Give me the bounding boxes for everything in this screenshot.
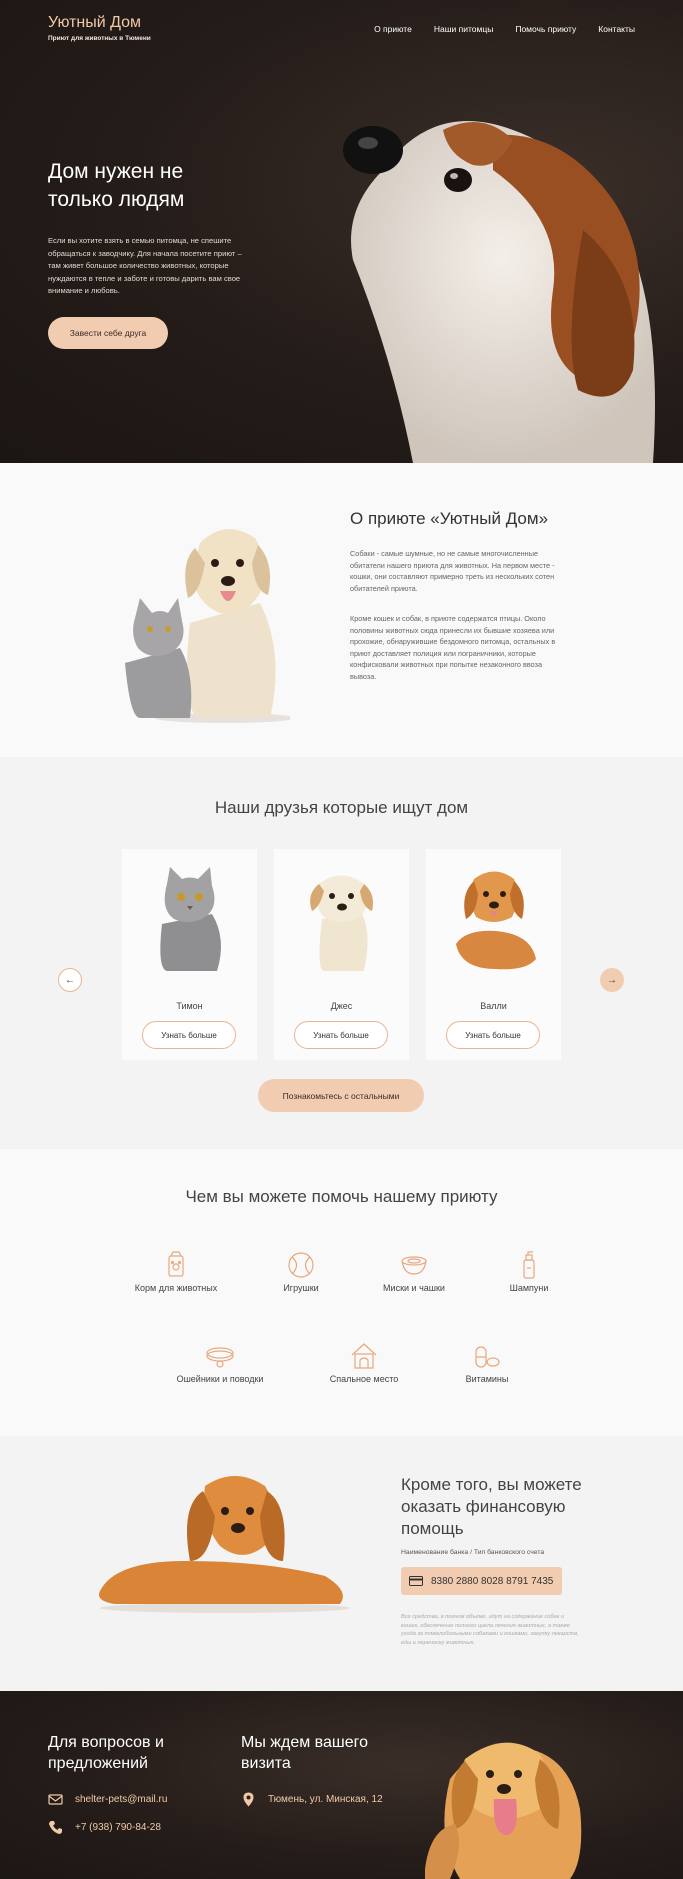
cat-image bbox=[160, 867, 221, 971]
meet-others-button[interactable]: Познакомьтесь с остальными bbox=[258, 1079, 424, 1112]
email-contact[interactable]: shelter-pets@mail.ru bbox=[48, 1792, 167, 1807]
hero-section: Уютный Дом Приют для животных в Тюмени О… bbox=[0, 0, 683, 463]
shampoo-icon bbox=[523, 1251, 535, 1279]
help-item-food: Корм для животных bbox=[116, 1250, 236, 1293]
finance-title: Кроме того, вы можете оказать финансовую… bbox=[401, 1475, 582, 1538]
phone-contact[interactable]: +7 (938) 790-84-28 bbox=[48, 1820, 161, 1835]
help-item-bed: Спальное место bbox=[304, 1341, 424, 1384]
address-contact: Тюмень, ул. Минская, 12 bbox=[241, 1792, 383, 1807]
help-item-toys: Игрушки bbox=[241, 1250, 361, 1293]
beagle-puppy-image bbox=[343, 121, 655, 463]
help-item-label: Корм для животных bbox=[134, 1283, 218, 1293]
golden-retriever-image bbox=[456, 871, 536, 970]
help-item-collars: Ошейники и поводки bbox=[160, 1341, 280, 1384]
nav-pets[interactable]: Наши питомцы bbox=[434, 24, 494, 34]
nav-help[interactable]: Помочь приюту bbox=[515, 24, 576, 34]
puppy-image bbox=[310, 875, 373, 971]
help-item-label: Шампуни bbox=[509, 1283, 549, 1293]
address: Тюмень, ул. Минская, 12 bbox=[268, 1794, 383, 1805]
questions-title: Для вопросов и предложений bbox=[48, 1734, 164, 1772]
pet-house-icon bbox=[351, 1343, 377, 1369]
phone-icon bbox=[49, 1821, 62, 1834]
carousel-prev-button[interactable]: ← bbox=[58, 968, 82, 992]
vitamins-icon bbox=[475, 1346, 500, 1368]
page: Уютный Дом Приют для животных в Тюмени О… bbox=[0, 0, 683, 1879]
about-title: О приюте «Уютный Дом» bbox=[350, 509, 549, 528]
hero-text: Если вы хотите взять в семью питомца, не… bbox=[48, 236, 242, 295]
carousel-next-button[interactable]: → bbox=[600, 968, 624, 992]
learn-more-button[interactable]: Узнать больше bbox=[142, 1021, 236, 1049]
help-item-label: Витамины bbox=[465, 1374, 509, 1384]
help-item-label: Миски и чашки bbox=[383, 1283, 445, 1293]
account-number: 8380 2880 8028 8791 7435 bbox=[431, 1575, 554, 1587]
help-item-bowls: Миски и чашки bbox=[354, 1250, 474, 1293]
nav-contacts[interactable]: Контакты bbox=[598, 24, 635, 34]
pets-section: Наши друзья которые ищут дом ← → Тимон У… bbox=[0, 757, 683, 1149]
about-paragraph-2: Кроме кошек и собак, в приюте содержатся… bbox=[350, 614, 556, 681]
learn-more-button[interactable]: Узнать больше bbox=[294, 1021, 388, 1049]
pet-food-icon bbox=[168, 1251, 184, 1277]
visit-title: Мы ждем вашего визита bbox=[241, 1734, 368, 1772]
help-item-vitamins: Витамины bbox=[427, 1341, 547, 1384]
pet-card: Джес Узнать больше bbox=[274, 849, 409, 1060]
main-nav: О приюте Наши питомцы Помочь приюту Конт… bbox=[374, 24, 635, 34]
logo-title: Уютный Дом bbox=[48, 14, 142, 31]
pet-card: Тимон Узнать больше bbox=[122, 849, 257, 1060]
bowl-icon bbox=[401, 1256, 427, 1275]
about-section: О приюте «Уютный Дом» Собаки - самые шум… bbox=[0, 463, 683, 757]
get-friend-button[interactable]: Завести себе друга bbox=[48, 317, 168, 349]
mail-icon bbox=[48, 1794, 63, 1805]
logo[interactable]: Уютный Дом Приют для животных в Тюмени bbox=[48, 14, 151, 42]
spaniel-puppy-image bbox=[99, 1476, 350, 1613]
help-item-label: Ошейники и поводки bbox=[176, 1374, 264, 1384]
help-item-shampoo: Шампуни bbox=[469, 1250, 589, 1293]
credit-card-icon bbox=[409, 1576, 423, 1586]
bank-label: Наименование банка / Тип банковского сче… bbox=[401, 1549, 545, 1556]
help-section: Чем вы можете помочь нашему приюту Корм … bbox=[0, 1149, 683, 1436]
learn-more-button[interactable]: Узнать больше bbox=[446, 1021, 540, 1049]
help-title: Чем вы можете помочь нашему приюту bbox=[185, 1187, 498, 1206]
email-address: shelter-pets@mail.ru bbox=[75, 1794, 168, 1805]
help-item-label: Спальное место bbox=[329, 1374, 399, 1384]
account-number-box[interactable]: 8380 2880 8028 8791 7435 bbox=[401, 1567, 562, 1595]
collar-icon bbox=[206, 1347, 234, 1368]
pet-name: Тимон bbox=[176, 1001, 203, 1011]
help-item-label: Игрушки bbox=[283, 1283, 319, 1293]
about-paragraph-1: Собаки - самые шумные, но не самые много… bbox=[350, 549, 555, 593]
finance-section: Кроме того, вы можете оказать финансовую… bbox=[0, 1436, 683, 1691]
nav-about[interactable]: О приюте bbox=[374, 24, 412, 34]
finance-note: Все средства, в полном объеме, идут на с… bbox=[401, 1614, 579, 1646]
dog-and-cat-image bbox=[125, 529, 290, 723]
logo-subtitle: Приют для животных в Тюмени bbox=[48, 35, 151, 42]
hero-title: Дом нужен не только людям bbox=[48, 160, 185, 211]
pet-name: Валли bbox=[480, 1001, 507, 1011]
pet-card: Валли Узнать больше bbox=[426, 849, 561, 1060]
ball-icon bbox=[288, 1252, 314, 1278]
location-pin-icon bbox=[243, 1792, 254, 1807]
phone-number: +7 (938) 790-84-28 bbox=[75, 1822, 161, 1833]
footer-section: Для вопросов и предложений Мы ждем вашег… bbox=[0, 1691, 683, 1879]
pet-name: Джес bbox=[330, 1001, 353, 1011]
puppy-tongue-image bbox=[425, 1742, 582, 1879]
pets-title: Наши друзья которые ищут дом bbox=[214, 798, 469, 817]
